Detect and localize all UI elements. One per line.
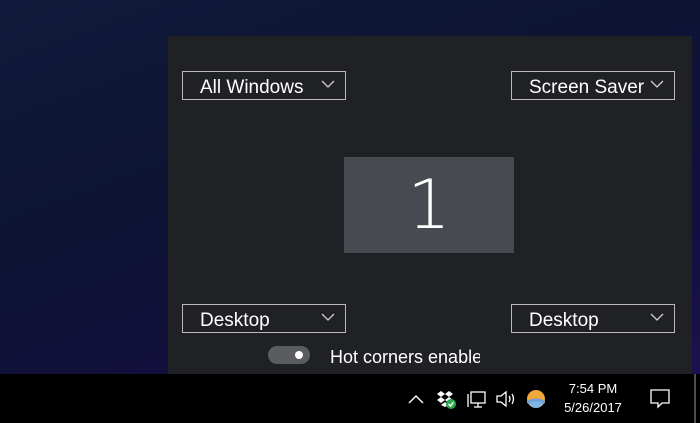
volume-icon[interactable]: [495, 388, 517, 410]
chevron-down-icon: [321, 313, 335, 321]
hot-corners-toggle-label: Hot corners enabled: [330, 347, 480, 367]
taskbar-clock[interactable]: 7:54 PM 5/26/2017: [553, 379, 633, 417]
clock-time: 7:54 PM: [568, 381, 618, 396]
dropbox-icon[interactable]: [437, 388, 459, 410]
clock-date: 5/26/2017: [564, 400, 622, 415]
hot-corners-toggle[interactable]: [268, 346, 310, 364]
notification-icon[interactable]: [649, 387, 671, 409]
show-desktop-button[interactable]: [694, 374, 696, 423]
top-right-corner-dropdown[interactable]: Screen Saver: [511, 71, 675, 100]
weather-icon[interactable]: [525, 388, 547, 410]
top-left-corner-dropdown[interactable]: All Windows: [182, 71, 346, 100]
chevron-down-icon: [650, 313, 664, 321]
monitor-number: 1: [407, 165, 451, 245]
top-right-corner-value: Screen Saver: [529, 77, 645, 98]
top-left-corner-value: All Windows: [200, 77, 304, 98]
bottom-left-corner-dropdown[interactable]: Desktop: [182, 304, 346, 333]
hot-corners-panel: All Windows Screen Saver 1 Desktop Deskt…: [168, 36, 692, 374]
bottom-right-corner-value: Desktop: [529, 310, 599, 331]
bottom-left-corner-value: Desktop: [200, 310, 270, 331]
chevron-down-icon: [650, 80, 664, 88]
network-icon[interactable]: [466, 388, 488, 410]
bottom-right-corner-dropdown[interactable]: Desktop: [511, 304, 675, 333]
chevron-up-icon[interactable]: [407, 388, 425, 410]
toggle-knob: [295, 351, 303, 359]
taskbar: 7:54 PM 5/26/2017: [0, 374, 700, 423]
chevron-down-icon: [321, 80, 335, 88]
monitor-preview: 1: [344, 157, 514, 253]
